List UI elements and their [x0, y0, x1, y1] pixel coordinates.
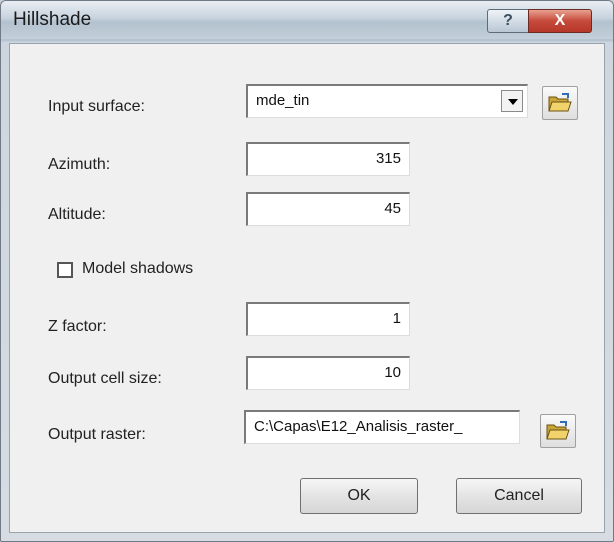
altitude-label: Altitude:	[48, 206, 106, 223]
altitude-input[interactable]: 45	[246, 192, 410, 226]
input-surface-label: Input surface:	[48, 98, 145, 115]
input-surface-browse-button[interactable]	[542, 86, 578, 120]
hillshade-dialog: Hillshade ? X Input surface: mde_tin Azi…	[0, 0, 614, 542]
output-cell-size-label: Output cell size:	[48, 370, 162, 387]
help-button[interactable]: ?	[487, 9, 529, 33]
input-surface-value: mde_tin	[256, 92, 310, 109]
model-shadows-label[interactable]: Model shadows	[82, 260, 193, 278]
output-raster-label: Output raster:	[48, 426, 146, 443]
z-factor-label: Z factor:	[48, 318, 107, 335]
azimuth-input[interactable]: 315	[246, 142, 410, 176]
open-folder-icon	[546, 421, 570, 440]
close-button[interactable]: X	[528, 9, 592, 33]
z-factor-input[interactable]: 1	[246, 302, 410, 336]
model-shadows-checkbox[interactable]	[57, 262, 73, 278]
window-title: Hillshade	[13, 9, 92, 30]
input-surface-dropdown[interactable]: mde_tin	[246, 84, 528, 118]
azimuth-label: Azimuth:	[48, 156, 111, 173]
output-raster-input[interactable]: C:\Capas\E12_Analisis_raster_	[244, 410, 520, 444]
output-cell-size-input[interactable]: 10	[246, 356, 410, 390]
ok-button[interactable]: OK	[300, 478, 418, 514]
title-bar[interactable]: Hillshade ? X	[1, 1, 613, 39]
open-folder-icon	[548, 93, 572, 112]
cancel-button[interactable]: Cancel	[456, 478, 582, 514]
output-raster-browse-button[interactable]	[540, 414, 576, 448]
chevron-down-icon[interactable]	[501, 90, 523, 112]
dialog-content: Input surface: mde_tin Azimuth: 315 Alti…	[9, 43, 605, 533]
